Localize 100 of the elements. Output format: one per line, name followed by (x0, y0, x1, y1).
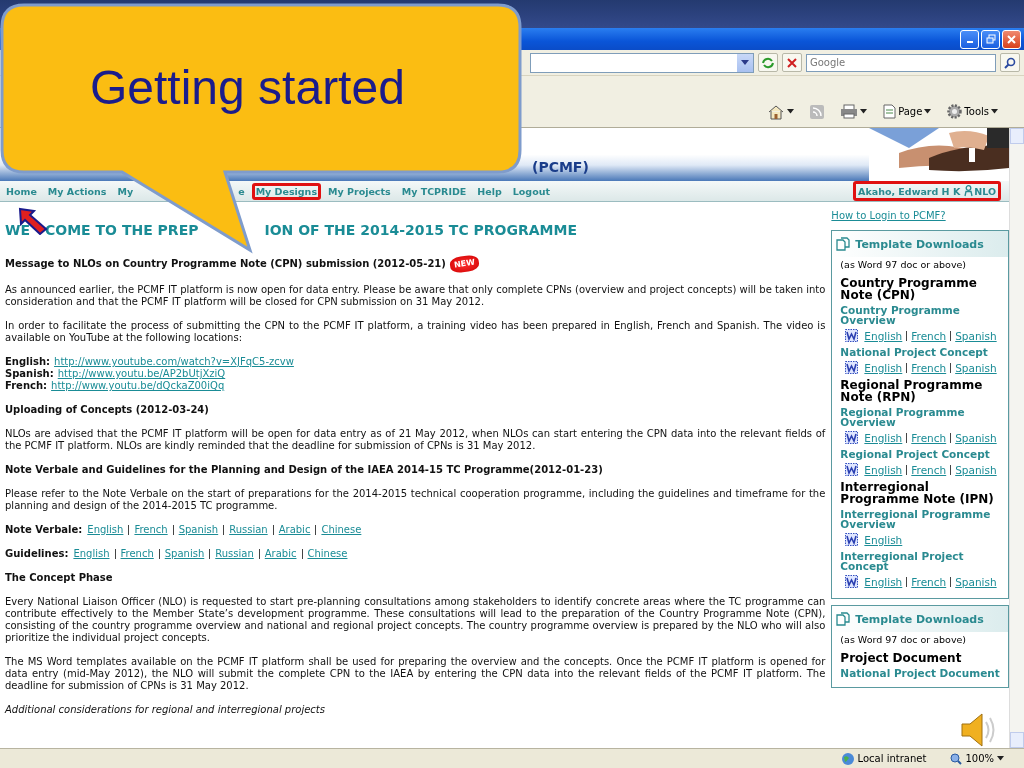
links-label: Guidelines: (5, 548, 69, 560)
minimize-button[interactable] (960, 29, 979, 49)
address-field[interactable] (530, 52, 754, 73)
nav-link[interactable]: My Projects (324, 182, 395, 200)
paragraph: Every National Liaison Officer (NLO) is requested to start pre-planning consultations among stakeholders to identify concrete areas where the TC programme can contribute effectively to the Member State’s development programme. These consultations will lead to the preparation of the Country Programme Note (CPN), consisting of the country programme overview and national and regional project concepts. The country programme overview is prepared by the NLO who will also prioritize the individual project concepts. (5, 596, 826, 644)
globe-icon (840, 751, 855, 766)
language-link[interactable]: English (73, 548, 110, 560)
language-link[interactable]: English (864, 575, 903, 588)
search-field[interactable]: Google (806, 53, 996, 72)
template-title: National Project Concept (839, 347, 989, 357)
page-icon (883, 104, 897, 119)
banner-title: (PCMF) (532, 159, 589, 175)
new-badge: NEW (448, 254, 480, 274)
printer-icon (840, 104, 859, 119)
language-link[interactable]: Arabic (278, 524, 311, 536)
user-role: NLO (974, 185, 996, 197)
language-link[interactable]: Spanish (955, 361, 997, 374)
close-icon (1007, 34, 1016, 44)
language-link[interactable]: French (911, 463, 947, 476)
template-title: Interregional Project Concept (839, 551, 965, 571)
nav-link[interactable]: My Designs (251, 182, 322, 200)
search-button[interactable] (1000, 53, 1020, 72)
language-link[interactable]: French (911, 431, 947, 444)
caret-icon (997, 756, 1004, 761)
section-heading: The Concept Phase (5, 572, 113, 584)
word-document-icon (845, 431, 859, 444)
nav-link[interactable]: Help (473, 182, 506, 200)
language-link[interactable]: English (864, 329, 903, 342)
language-link[interactable]: English (864, 361, 903, 374)
stop-button[interactable] (782, 53, 802, 72)
nav-link[interactable]: Home (2, 182, 41, 200)
video-link[interactable]: http://www.youtube.com/watch?v=XJFqC5-zcvw (54, 356, 294, 368)
language-link[interactable]: French (911, 361, 947, 374)
language-link[interactable]: Chinese (307, 548, 348, 560)
caret-icon (741, 59, 749, 66)
search-icon (1004, 56, 1016, 69)
refresh-button[interactable] (758, 53, 778, 72)
feed-icon (810, 104, 825, 119)
language-link[interactable]: Spanish (178, 524, 219, 536)
restore-button[interactable] (981, 29, 1000, 49)
page-heading: COME TO THE PREP (45, 224, 199, 236)
documents-icon (836, 237, 851, 251)
person-icon (964, 185, 974, 197)
nav-link[interactable]: My TCPRIDE (397, 182, 471, 200)
language-link[interactable]: French (120, 548, 154, 560)
language-link[interactable]: Spanish (955, 575, 997, 588)
word-document-icon (845, 463, 859, 476)
language-link[interactable]: English (864, 533, 903, 546)
language-link[interactable]: Russian (229, 524, 268, 536)
nav-link[interactable]: e (234, 182, 249, 200)
language-link[interactable]: Spanish (955, 431, 997, 444)
language-link[interactable]: English (87, 524, 124, 536)
language-link[interactable]: French (911, 575, 947, 588)
template-title: Regional Project Concept (839, 449, 991, 459)
template-group: Country Programme Note (CPN) (832, 277, 1008, 301)
close-button[interactable] (1002, 29, 1021, 49)
language-link[interactable]: Chinese (321, 524, 362, 536)
language-link[interactable]: English (864, 463, 903, 476)
template-title: National Project Document (839, 668, 1001, 678)
language-link[interactable]: Spanish (955, 329, 997, 342)
panel-note: (as Word 97 doc or above) (839, 258, 968, 272)
language-link[interactable]: Russian (215, 548, 254, 560)
section-heading: Uploading of Concepts (2012-03-24) (5, 404, 209, 416)
page-heading: WE (5, 224, 30, 236)
nav-link[interactable]: My Actions (43, 182, 111, 200)
language-link[interactable]: Arabic (264, 548, 297, 560)
scroll-bar[interactable] (1009, 128, 1024, 748)
paragraph: Please refer to the Note Verbale on the start of preparations for the 2014-2015 technical cooperation programme, including the guidelines and timeframe for the planning and design of the 2014-2015 TC programme. (5, 488, 826, 512)
language-link[interactable]: Spanish (164, 548, 205, 560)
word-document-icon (845, 361, 859, 374)
zoom-level[interactable]: 100% (965, 753, 994, 764)
section-heading: Message to NLOs on Country Programme Note (CPN) submission (2012-05-21) (5, 258, 446, 270)
template-group: Regional Programme Note (RPN) (832, 379, 1008, 403)
language-link[interactable]: English (864, 431, 903, 444)
section-heading: Note Verbale and Guidelines for the Planning and Design of the IAEA 2014-15 TC Programme(2012-01-23) (5, 464, 603, 476)
nav-link[interactable]: My (113, 182, 138, 200)
paragraph: The MS Word templates available on the PCMF IT platform shall be used for preparing the overview and the concepts. Once the PCMF IT platform is opened for data entry (mid-May 2012), the NLO will submit the complete CPN to the IAEA by entering the CPN data into the relevant fields of the PCMF IT platform. The deadline for submission of CPNs is 31 May 2012. (5, 656, 826, 692)
restore-icon (985, 34, 996, 44)
paragraph: NLOs are advised that the PCMF IT platform will be open for data entry as of 21 May 2012, when NLOs can start entering the CPN data into the relevant fields of the PCMF IT platform. NLOs are kindly reminded that the deadline for submission of CPNs is 31 May 2012. (5, 428, 826, 452)
print-button[interactable] (838, 102, 870, 121)
subheading: Additional considerations for regional and interregional projects (5, 704, 326, 716)
language-link[interactable]: Spanish (955, 463, 997, 476)
language-link[interactable]: French (911, 329, 947, 342)
page-menu[interactable]: Page (881, 102, 934, 121)
nav-link[interactable]: Logout (508, 182, 554, 200)
word-document-icon (845, 329, 859, 342)
gear-icon (947, 104, 963, 119)
video-link[interactable]: http://www.youtu.be/dQckaZ00iQq (51, 380, 225, 392)
word-document-icon (845, 533, 859, 546)
callout-text: Getting started (90, 60, 405, 115)
panel-note: (as Word 97 doc or above) (839, 633, 968, 647)
close-icon (787, 57, 797, 68)
caret-icon (924, 109, 932, 114)
paragraph: As announced earlier, the PCMF IT platform is now open for data entry. Please be aware that only complete CPNs (overview and project concepts) will be taken into consideration and that the PCMF IT platform will be closed for CPN submission on 31 May 2012. (5, 284, 826, 308)
panel-title: Template Downloads (855, 612, 984, 626)
tools-menu[interactable]: Tools (945, 102, 1000, 121)
language-link[interactable]: French (134, 524, 168, 536)
login-help-link[interactable]: How to Login to PCMF? (831, 210, 1009, 221)
template-title: Country Programme Overview (839, 305, 961, 325)
video-link[interactable]: http://www.youtu.be/AP2bUtjXziQ (57, 368, 226, 380)
